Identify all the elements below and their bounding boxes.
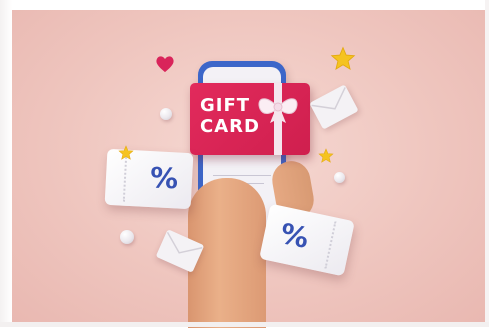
photo-frame: GIFT CARD % %: [0, 0, 489, 328]
pearl-ball: [120, 230, 134, 244]
gift-card-line1: GIFT: [200, 95, 251, 116]
page-edge-right: [485, 0, 489, 327]
percent-icon: %: [149, 161, 179, 196]
gift-card: GIFT CARD: [190, 83, 310, 155]
star-icon: [330, 46, 356, 70]
receipt-line: [213, 175, 271, 176]
gift-card-line2: CARD: [200, 116, 260, 137]
pearl-ball: [160, 108, 172, 120]
page-edge-bottom: [0, 322, 489, 327]
star-icon: [118, 145, 134, 160]
percent-icon: %: [277, 216, 312, 255]
pearl-ball: [334, 172, 345, 183]
coupon-perforation: [324, 221, 337, 269]
star-icon: [318, 148, 334, 163]
heart-icon: [156, 56, 174, 73]
page-edge-left: [0, 0, 12, 327]
gift-card-label: GIFT CARD: [200, 95, 270, 137]
